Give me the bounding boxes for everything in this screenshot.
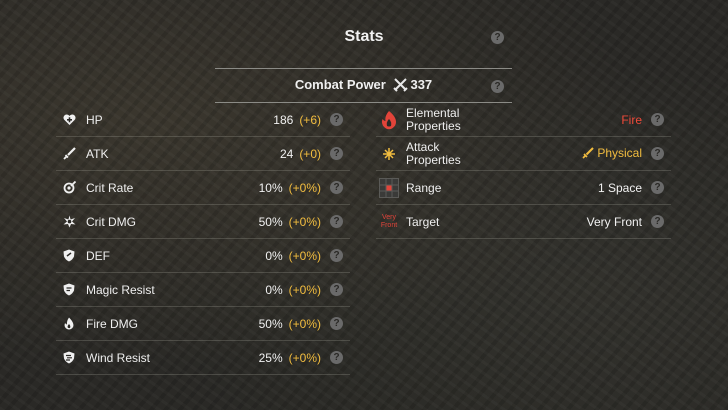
stat-value-text: Physical xyxy=(597,145,642,160)
combat-power: Combat Power 337 xyxy=(215,77,512,95)
combat-power-label: Combat Power xyxy=(294,77,386,92)
stat-row-fire-dmg: Fire DMG 50% (+0%) ? xyxy=(56,307,350,341)
stat-label: Range xyxy=(406,180,442,195)
stat-bonus: (+0%) xyxy=(288,350,321,365)
combat-power-help-icon[interactable]: ? xyxy=(491,80,504,93)
range-grid-icon xyxy=(378,177,400,198)
stat-help-icon[interactable]: ? xyxy=(651,181,664,194)
stat-bonus: (+0%) xyxy=(288,180,321,195)
stat-row-crit-dmg: Crit DMG 50% (+0%) ? xyxy=(56,205,350,239)
stat-bonus: (+0%) xyxy=(288,316,321,331)
stat-label: HP xyxy=(86,112,103,127)
stat-label: Elemental Properties xyxy=(406,105,621,133)
stat-help-icon[interactable]: ? xyxy=(651,113,664,126)
label-line-1: Attack xyxy=(406,139,440,154)
stat-value: 0% xyxy=(265,248,283,263)
stat-help-icon[interactable]: ? xyxy=(330,113,343,126)
stat-bonus: (+0%) xyxy=(288,248,321,263)
stat-help-icon[interactable]: ? xyxy=(651,215,664,228)
stat-help-icon[interactable]: ? xyxy=(330,249,343,262)
stat-row-range: Range 1 Space ? xyxy=(376,171,671,205)
heart-icon xyxy=(62,113,76,127)
stat-row-elemental-properties: Elemental Properties Fire ? xyxy=(376,103,671,137)
icon-text-line-2: Front xyxy=(380,221,398,229)
crit-dmg-icon xyxy=(62,215,76,229)
stat-label: Fire DMG xyxy=(86,316,138,331)
shield-icon xyxy=(62,249,76,263)
stat-label: Crit DMG xyxy=(86,214,136,229)
label-line-1: Elemental xyxy=(406,105,460,120)
stat-help-icon[interactable]: ? xyxy=(330,351,343,364)
icon-text-line-1: Very xyxy=(381,213,396,221)
stat-label: Crit Rate xyxy=(86,180,134,195)
stat-label: DEF xyxy=(86,248,110,263)
attack-property-icon xyxy=(378,147,400,161)
stat-value: 10% xyxy=(258,180,283,195)
combat-power-top-divider xyxy=(215,68,512,69)
sword-icon xyxy=(62,147,76,161)
very-front-icon: Very Front xyxy=(378,213,400,229)
magic-shield-icon xyxy=(62,283,76,297)
stat-help-icon[interactable]: ? xyxy=(330,147,343,160)
stat-label: Magic Resist xyxy=(86,282,155,297)
stat-value: 1 Space xyxy=(597,180,642,195)
label-line-2: Properties xyxy=(406,118,461,133)
stat-value: Fire xyxy=(621,112,642,127)
stat-value: 186 xyxy=(273,112,294,127)
title-help-icon[interactable]: ? xyxy=(491,31,504,44)
stat-value: 50% xyxy=(258,316,283,331)
fire-dmg-icon xyxy=(62,317,76,331)
crit-rate-icon xyxy=(62,181,76,195)
combat-power-value: 337 xyxy=(410,77,433,92)
stat-label: Attack Properties xyxy=(406,139,582,167)
fire-element-icon xyxy=(378,110,400,129)
stat-bonus: (+0%) xyxy=(288,214,321,229)
stat-row-crit-rate: Crit Rate 10% (+0%) ? xyxy=(56,171,350,205)
label-line-2: Properties xyxy=(406,152,461,167)
stat-value: Very Front xyxy=(586,214,642,229)
stat-row-magic-resist: Magic Resist 0% (+0%) ? xyxy=(56,273,350,307)
wind-shield-icon xyxy=(62,351,76,365)
stat-help-icon[interactable]: ? xyxy=(330,181,343,194)
stat-bonus: (+0) xyxy=(299,146,321,161)
stat-row-attack-properties: Attack Properties Physical ? xyxy=(376,137,671,171)
physical-sword-icon xyxy=(582,146,595,162)
stat-row-atk: ATK 24 (+0) ? xyxy=(56,137,350,171)
stat-value: 25% xyxy=(258,350,283,365)
page-title: Stats xyxy=(344,28,384,45)
stat-row-wind-resist: Wind Resist 25% (+0%) ? xyxy=(56,341,350,375)
stat-help-icon[interactable]: ? xyxy=(330,215,343,228)
stat-help-icon[interactable]: ? xyxy=(330,317,343,330)
stat-label: Wind Resist xyxy=(86,350,151,365)
crossed-swords-icon xyxy=(393,77,409,95)
stat-help-icon[interactable]: ? xyxy=(330,283,343,296)
stat-value: 0% xyxy=(265,282,283,297)
stat-label: Target xyxy=(406,214,440,229)
stat-value: Physical xyxy=(582,146,642,162)
stat-row-target: Very Front Target Very Front ? xyxy=(376,205,671,239)
stat-bonus: (+6) xyxy=(299,112,321,127)
stat-value: 24 xyxy=(279,146,294,161)
stat-bonus: (+0%) xyxy=(288,282,321,297)
stat-label: ATK xyxy=(86,146,109,161)
stat-value: 50% xyxy=(258,214,283,229)
stat-help-icon[interactable]: ? xyxy=(651,147,664,160)
stat-row-hp: HP 186 (+6) ? xyxy=(56,103,350,137)
stat-row-def: DEF 0% (+0%) ? xyxy=(56,239,350,273)
